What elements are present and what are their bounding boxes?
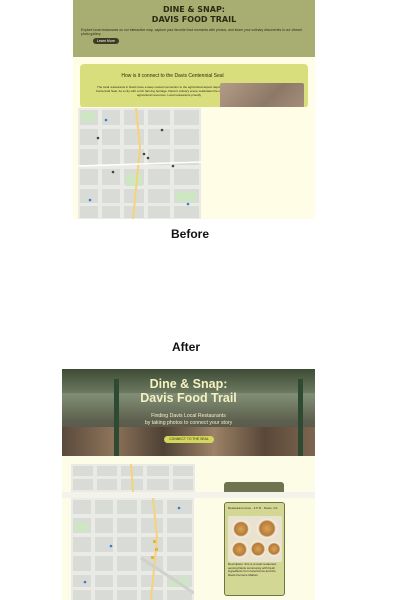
after-map[interactable]: [71, 498, 194, 600]
restaurant-food-photo: [228, 516, 282, 562]
after-hero-title: Dine & Snap: Davis Food Trail: [140, 377, 237, 405]
after-map-preview[interactable]: [71, 464, 195, 492]
before-label: Before: [170, 227, 209, 241]
after-hero-section: Dine & Snap: Davis Food Trail Finding Da…: [62, 369, 315, 456]
food-plate: [231, 519, 251, 539]
after-hero-subtitle: Finding Davis Local Restaurants by takin…: [144, 413, 233, 426]
seal-image: [220, 83, 304, 108]
seal-card-title: How is it connect to the Davis Centennia…: [121, 73, 224, 79]
seal-connection-card: How is it connect to the Davis Centennia…: [80, 64, 308, 108]
food-plate: [255, 518, 279, 539]
food-plate: [250, 539, 266, 559]
learn-more-button[interactable]: Learn More: [93, 38, 119, 44]
food-plate: [230, 540, 249, 559]
food-plate: [267, 540, 281, 558]
connect-to-seal-button[interactable]: CONNECT TO THE SEAL: [164, 436, 214, 443]
before-map[interactable]: [78, 108, 201, 219]
restaurant-info-header: Restaurant name · 4.5 ★ · Davis, CA: [228, 506, 278, 510]
restaurant-info-body: Description: this is a local restaurant …: [228, 562, 277, 577]
before-hero-title: DINE & SNAP: DAVIS FOOD TRAIL: [151, 5, 237, 24]
info-panel-tab: [224, 482, 284, 492]
restaurant-info-card[interactable]: Restaurant name · 4.5 ★ · Davis, CA Desc…: [224, 502, 285, 596]
after-label: After: [171, 340, 200, 354]
before-hero-description: Explore local restaurants on our interac…: [81, 28, 302, 36]
before-hero-section: DINE & SNAP: DAVIS FOOD TRAIL Explore lo…: [73, 0, 315, 57]
